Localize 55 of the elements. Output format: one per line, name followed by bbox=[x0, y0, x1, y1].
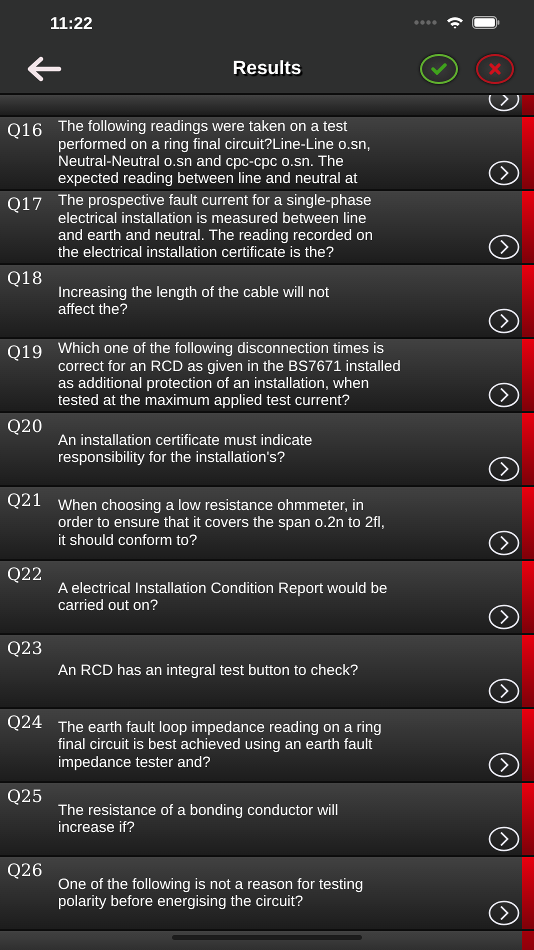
battery-icon bbox=[472, 16, 500, 29]
question-number: Q24 bbox=[7, 713, 43, 733]
chevron-circle-icon[interactable] bbox=[488, 530, 520, 556]
question-text: When choosing a low resistance ohmmeter, in order to ensure that it covers the span o.2n to 2fl, it should conform to? bbox=[58, 496, 385, 550]
back-arrow-icon[interactable] bbox=[26, 56, 62, 82]
question-text: The earth fault loop impedance reading on a ring final circuit is best achieved using an earth fault impedance tester and? bbox=[58, 718, 382, 772]
chevron-circle-icon[interactable] bbox=[488, 456, 520, 482]
wifi-icon bbox=[446, 16, 464, 29]
question-number: Q25 bbox=[7, 787, 43, 807]
question-number: Q23 bbox=[7, 639, 43, 659]
correct-filter-button[interactable] bbox=[420, 54, 458, 84]
question-number: Q26 bbox=[7, 861, 43, 881]
chevron-circle-icon[interactable] bbox=[488, 678, 520, 704]
chevron-circle-icon[interactable] bbox=[488, 826, 520, 852]
chevron-circle-icon[interactable] bbox=[488, 160, 520, 186]
chevron-circle-icon[interactable] bbox=[488, 752, 520, 778]
chevron-circle-icon[interactable] bbox=[488, 308, 520, 334]
wrong-filter-button[interactable] bbox=[476, 54, 514, 84]
close-icon bbox=[489, 63, 501, 75]
question-row[interactable]: Q21 When choosing a low resistance ohmmeter, in order to ensure that it covers the span o.2n to 2fl, it should conform to? bbox=[0, 487, 534, 559]
question-row[interactable]: Q19 Which one of the following disconnection times is correct for an RCD as given in the BS7671 installed as additional protection of an installation, when tested at the maximum applied test current? bbox=[0, 339, 534, 411]
question-text: The prospective fault current for a single-phase electrical installation is measured between line and earth and neutral. The reading recorded on the electrical installation certificate is the? bbox=[58, 192, 373, 262]
question-row[interactable]: Q22 A electrical Installation Condition Report would be carried out on? bbox=[0, 561, 534, 633]
question-number: Q20 bbox=[7, 417, 43, 437]
question-number: Q22 bbox=[7, 565, 43, 585]
chevron-circle-icon[interactable] bbox=[488, 234, 520, 260]
chevron-circle-icon[interactable] bbox=[488, 382, 520, 408]
chevron-circle-icon[interactable] bbox=[488, 900, 520, 926]
question-number: Q17 bbox=[7, 195, 43, 215]
question-text: An RCD has an integral test button to check? bbox=[58, 662, 358, 680]
screen-title: Results bbox=[232, 58, 302, 79]
question-number: Q18 bbox=[7, 269, 43, 289]
question-text: The following readings were taken on a test performed on a ring final circuit?Line-Line o.sn, Neutral-Neutral o.sn and cpc-cpc o.sn. The expected reading between line and neutral at bbox=[58, 118, 371, 188]
question-row[interactable]: Q16 The following readings were taken on a test performed on a ring final circuit?Line-Line o.sn, Neutral-Neutral o.sn and cpc-cpc o.sn. The expected reading between line and neutral at bbox=[0, 117, 534, 189]
question-number: Q16 bbox=[7, 121, 43, 141]
question-number: Q21 bbox=[7, 491, 43, 511]
signal-icon bbox=[414, 20, 438, 25]
question-row[interactable]: Q20 An installation certificate must indicate responsibility for the installation's? bbox=[0, 413, 534, 485]
check-icon bbox=[431, 63, 447, 75]
question-text: An installation certificate must indicate responsibility for the installation's? bbox=[58, 432, 312, 466]
question-row[interactable]: Q23 An RCD has an integral test button to check? bbox=[0, 635, 534, 707]
status-time: 11:22 bbox=[50, 12, 94, 34]
question-text: Increasing the length of the cable will not affect the? bbox=[58, 284, 330, 318]
question-text: The resistance of a bonding conductor will increase if? bbox=[58, 802, 338, 836]
result-bar bbox=[522, 95, 534, 115]
chevron-circle-icon[interactable] bbox=[488, 604, 520, 630]
question-row[interactable]: Q25 The resistance of a bonding conductor will increase if? bbox=[0, 783, 534, 855]
question-text: One of the following is not a reason for testing polarity before energising the circuit? bbox=[58, 876, 364, 910]
question-number: Q19 bbox=[7, 343, 43, 363]
question-row[interactable]: Q17 The prospective fault current for a single-phase electrical installation is measured between line and earth and neutral. The reading recorded on the electrical installation certificate is the? bbox=[0, 191, 534, 263]
question-row[interactable]: Q24 The earth fault loop impedance reading on a ring final circuit is best achieved using an earth fault impedance tester and? bbox=[0, 709, 534, 781]
question-text: A electrical Installation Condition Report would be carried out on? bbox=[58, 580, 388, 614]
question-text: Which one of the following disconnection times is correct for an RCD as given in the BS7671 installed as additional protection of an installation, when tested at the maximum applied test current? bbox=[58, 340, 401, 410]
question-row[interactable]: Q26 One of the following is not a reason for testing polarity before energising the circuit? bbox=[0, 857, 534, 929]
question-row[interactable]: Q18 Increasing the length of the cable will not affect the? bbox=[0, 265, 534, 337]
